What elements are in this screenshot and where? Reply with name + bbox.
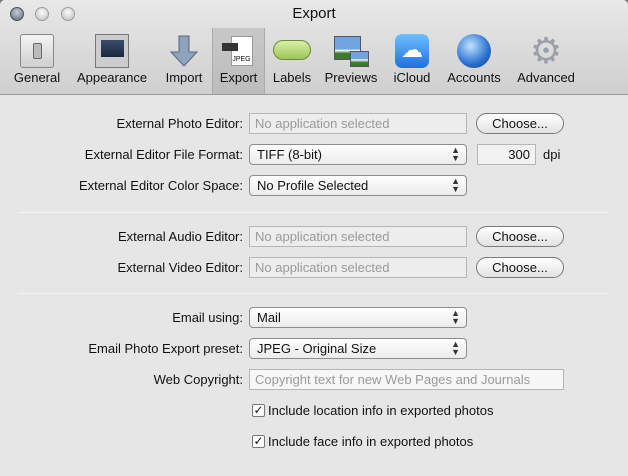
updown-arrows-icon: ▲ ▼ <box>451 176 460 194</box>
color-space-select[interactable]: No Profile Selected ▲ ▼ <box>249 175 467 196</box>
tab-previews[interactable]: Previews <box>320 28 382 94</box>
video-editor-label: External Video Editor: <box>117 260 244 275</box>
updown-arrows-icon: ▲ ▼ <box>451 308 460 326</box>
file-format-select[interactable]: TIFF (8-bit) ▲ ▼ <box>249 144 467 165</box>
email-preset-value: JPEG - Original Size <box>257 341 377 356</box>
export-preferences-window: Export General Appearance Import JPEG Ex… <box>0 0 628 476</box>
email-preset-select[interactable]: JPEG - Original Size ▲ ▼ <box>249 338 467 359</box>
choose-video-editor-button[interactable]: Choose... <box>476 257 564 278</box>
file-format-label: External Editor File Format: <box>84 147 243 162</box>
title-toolbar: Export General Appearance Import JPEG Ex… <box>0 0 628 95</box>
tab-appearance[interactable]: Appearance <box>70 28 154 94</box>
photo-previews-icon <box>334 34 369 68</box>
tab-export[interactable]: JPEG Export <box>212 28 265 94</box>
updown-arrows-icon: ▲ ▼ <box>451 145 460 163</box>
file-format-value: TIFF (8-bit) <box>257 147 322 162</box>
updown-arrows-icon: ▲ ▼ <box>451 339 460 357</box>
divider <box>18 212 608 213</box>
jpeg-export-icon: JPEG <box>221 34 256 68</box>
email-using-select[interactable]: Mail ▲ ▼ <box>249 307 467 328</box>
email-using-value: Mail <box>257 310 281 325</box>
gear-icon: ⚙ <box>529 30 563 71</box>
color-space-label: External Editor Color Space: <box>78 178 243 193</box>
tab-accounts[interactable]: Accounts <box>441 28 507 94</box>
photo-editor-field: No application selected <box>249 113 467 134</box>
divider <box>18 293 608 294</box>
tab-advanced[interactable]: ⚙ Advanced <box>512 28 580 94</box>
web-copyright-input[interactable]: Copyright text for new Web Pages and Jou… <box>249 369 564 390</box>
dpi-unit: dpi <box>543 147 561 162</box>
color-space-value: No Profile Selected <box>257 178 369 193</box>
audio-editor-label: External Audio Editor: <box>117 229 243 244</box>
include-location-checkbox[interactable]: ✓ <box>252 404 265 417</box>
email-using-label: Email using: <box>172 310 243 325</box>
switch-icon <box>20 34 54 68</box>
label-pill-icon <box>273 40 311 60</box>
choose-audio-editor-button[interactable]: Choose... <box>476 226 564 247</box>
web-copyright-label: Web Copyright: <box>153 372 243 387</box>
cloud-icon: ☁ <box>395 34 429 68</box>
window-title: Export <box>292 5 336 22</box>
video-editor-field: No application selected <box>249 257 467 278</box>
audio-editor-field: No application selected <box>249 226 467 247</box>
tab-general[interactable]: General <box>8 28 66 94</box>
photo-editor-label: External Photo Editor: <box>116 116 243 131</box>
display-icon <box>95 34 129 68</box>
tab-icloud[interactable]: ☁ iCloud <box>388 28 436 94</box>
choose-photo-editor-button[interactable]: Choose... <box>476 113 564 134</box>
include-face-checkbox[interactable]: ✓ <box>252 435 265 448</box>
include-face-label[interactable]: Include face info in exported photos <box>268 434 473 449</box>
include-location-label[interactable]: Include location info in exported photos <box>268 403 494 418</box>
dpi-input[interactable]: 300 <box>477 144 536 165</box>
tab-import[interactable]: Import <box>158 28 210 94</box>
globe-icon <box>457 34 491 68</box>
tab-labels[interactable]: Labels <box>267 28 317 94</box>
email-preset-label: Email Photo Export preset: <box>88 341 243 356</box>
arrow-down-icon <box>167 34 201 68</box>
